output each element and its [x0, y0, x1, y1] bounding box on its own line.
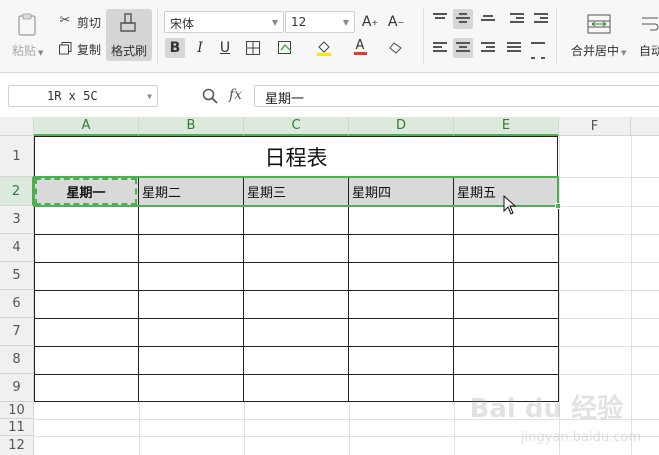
justify-icon[interactable] [507, 42, 521, 54]
cell-format-icon[interactable] [276, 38, 296, 58]
copy-button[interactable]: 复制 [77, 41, 101, 58]
row-header-4[interactable]: 4 [0, 234, 34, 262]
column-header-b[interactable]: B [139, 117, 244, 136]
row-header-6[interactable]: 6 [0, 290, 34, 318]
column-header-a[interactable]: A [34, 117, 139, 136]
formula-bar: 1R x 5C ▼ fx 星期一 [0, 73, 659, 117]
indent-increase-icon[interactable] [534, 13, 548, 25]
row-header-10[interactable]: 10 [0, 402, 34, 419]
font-size-value: 12 [291, 15, 307, 29]
fill-color-icon[interactable] [314, 38, 334, 58]
paste-icon[interactable] [14, 12, 40, 38]
formula-input[interactable]: 星期一 [254, 85, 659, 107]
increase-font-icon[interactable]: A + [360, 12, 380, 32]
align-bottom-icon[interactable] [481, 15, 495, 27]
auto-wrap-button[interactable]: 自动 [639, 42, 659, 59]
zoom-search-icon[interactable] [201, 87, 219, 105]
copy-marquee [35, 178, 137, 205]
baidu-watermark: Bai du 经验 [469, 394, 624, 424]
fill-handle[interactable] [555, 203, 561, 209]
row-header-12[interactable]: 12 [0, 436, 34, 455]
chevron-down-icon: ▼ [342, 18, 349, 27]
row-header-1[interactable]: 1 [0, 136, 34, 177]
decrease-font-icon[interactable]: A − [386, 12, 406, 32]
name-box[interactable]: 1R x 5C ▼ [8, 85, 158, 107]
column-header-d[interactable]: D [349, 117, 454, 136]
merge-cells-icon[interactable] [585, 12, 613, 36]
mouse-cursor-icon [503, 194, 517, 219]
indent-decrease-icon[interactable] [510, 13, 524, 25]
font-name-value: 宋体 [170, 17, 195, 31]
clear-format-icon[interactable] [386, 38, 406, 58]
row-header-11[interactable]: 11 [0, 419, 34, 436]
column-header-c[interactable]: C [244, 117, 349, 136]
scissors-icon[interactable]: ✂ [57, 12, 73, 28]
font-name-select[interactable]: 宋体 ▼ [164, 11, 284, 33]
row-header-9[interactable]: 9 [0, 374, 34, 402]
merge-center-label: 合并居中 [571, 44, 620, 58]
row-header-8[interactable]: 8 [0, 346, 34, 374]
fx-button[interactable]: fx [229, 87, 242, 103]
format-painter-label: 格式刷 [111, 44, 148, 58]
spreadsheet-grid: A B C D E F 1 2 3 4 5 6 7 8 9 10 11 12 日… [0, 117, 659, 455]
align-top-icon[interactable] [433, 13, 447, 25]
row-header-5[interactable]: 5 [0, 262, 34, 290]
column-header-e[interactable]: E [454, 117, 559, 136]
row-header-7[interactable]: 7 [0, 318, 34, 346]
row-header-3[interactable]: 3 [0, 206, 34, 234]
paste-label: 粘贴 [12, 44, 37, 58]
align-right-icon[interactable] [481, 42, 495, 54]
distribute-icon[interactable] [531, 42, 545, 59]
column-header-g[interactable] [631, 117, 659, 136]
italic-icon[interactable]: I [190, 38, 210, 58]
ribbon-toolbar: 粘贴 ▼ ✂ 剪切 复制 格式刷 宋体 ▼ 12 ▼ A + A − B I U A [0, 0, 659, 73]
align-middle-icon[interactable] [453, 9, 473, 29]
align-center-icon[interactable] [453, 38, 473, 58]
paste-button[interactable]: 粘贴 ▼ [12, 42, 43, 59]
copy-icon[interactable] [57, 40, 73, 56]
bold-icon[interactable]: B [165, 38, 185, 58]
brush-icon [115, 12, 141, 36]
row-header-2[interactable]: 2 [0, 177, 34, 206]
select-all-corner[interactable] [0, 117, 34, 136]
align-left-icon[interactable] [433, 42, 447, 54]
watermark-url: jingyan.baidu.com [521, 430, 641, 445]
cut-button[interactable]: 剪切 [77, 14, 101, 31]
schedule-title-cell[interactable]: 日程表 [34, 136, 558, 177]
font-size-select[interactable]: 12 ▼ [285, 11, 355, 33]
chevron-down-icon: ▼ [147, 92, 152, 101]
merge-center-button[interactable]: 合并居中 ▼ [571, 42, 626, 59]
border-icon[interactable] [243, 38, 263, 58]
column-header-f[interactable]: F [559, 117, 631, 136]
underline-icon[interactable]: U [215, 38, 235, 58]
name-box-value: 1R x 5C [47, 89, 98, 103]
font-color-icon[interactable]: A [350, 37, 370, 57]
wrap-text-icon[interactable] [640, 13, 659, 35]
chevron-down-icon: ▼ [271, 18, 278, 27]
